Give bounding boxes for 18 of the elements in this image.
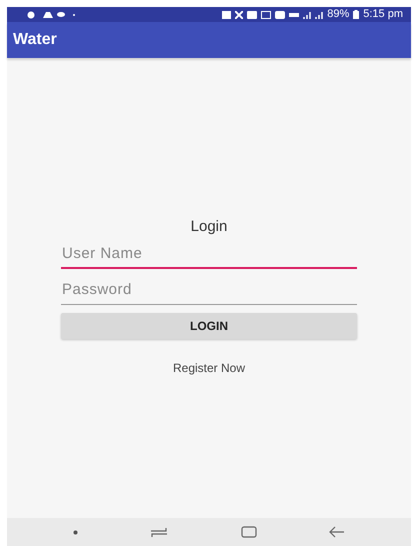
circle-icon: [27, 10, 35, 18]
battery-percent: 89%: [327, 7, 350, 22]
login-button[interactable]: LOGIN: [61, 312, 357, 338]
signal-icon: [315, 10, 324, 18]
app-title: Water: [13, 30, 57, 50]
input-field[interactable]: Password: [61, 277, 357, 304]
back-icon[interactable]: [328, 526, 345, 538]
register-link[interactable]: Register Now: [172, 358, 246, 376]
recent-apps-icon[interactable]: [150, 526, 168, 538]
home-icon[interactable]: [240, 526, 257, 538]
input-field[interactable]: User Name: [61, 240, 357, 269]
clock: 5:15 pm: [363, 7, 403, 22]
dot-icon[interactable]: [73, 530, 78, 534]
signal-icon: [303, 10, 312, 18]
camera-icon: [222, 10, 232, 18]
battery-icon: [353, 10, 360, 19]
login-heading: Login: [190, 217, 228, 237]
mute-icon: [235, 10, 244, 18]
